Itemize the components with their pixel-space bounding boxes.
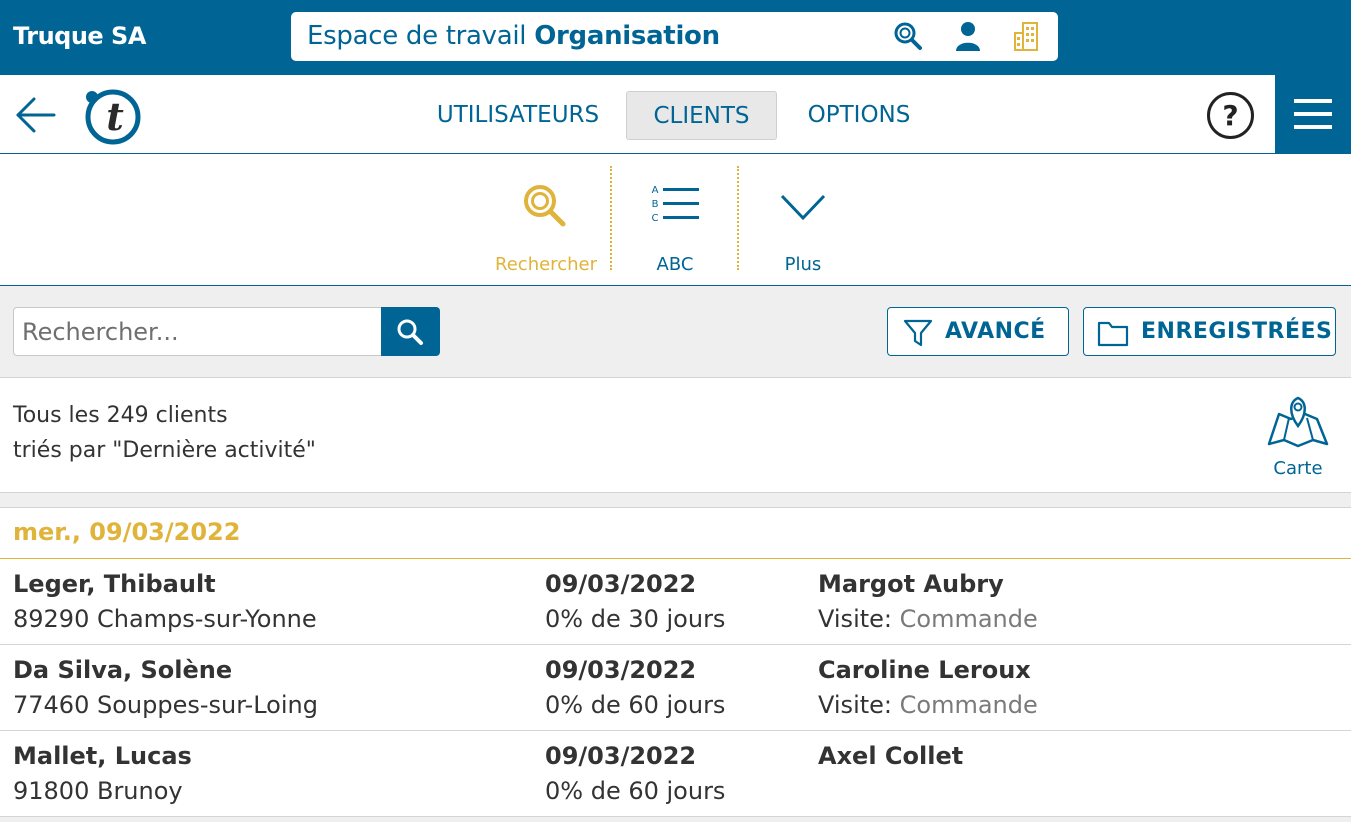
workspace-selector[interactable]: Espace de travail Organisation — [291, 12, 1058, 61]
building-icon[interactable] — [1012, 20, 1044, 52]
client-name: Mallet, Lucas — [13, 742, 192, 770]
tab-options[interactable]: OPTIONS — [792, 91, 926, 140]
activity-progress: 0% de 60 jours — [545, 691, 726, 719]
activity-progress: 0% de 60 jours — [545, 777, 726, 805]
tab-clients[interactable]: CLIENTS — [626, 91, 777, 140]
list-bottom-edge — [0, 817, 1351, 822]
visit-info: Visite: Commande — [818, 605, 1038, 633]
advanced-filter-button[interactable]: AVANCÉ — [887, 307, 1069, 356]
saved-searches-label: ENREGISTRÉES — [1141, 319, 1333, 344]
user-icon[interactable] — [952, 20, 984, 52]
nav-bar: t UTILISATEURS CLIENTS OPTIONS ? — [0, 75, 1351, 154]
tool-plus-label: Plus — [784, 254, 822, 275]
search-input[interactable] — [13, 307, 382, 356]
tool-rechercher-label: Rechercher — [495, 254, 597, 275]
map-label: Carte — [1273, 458, 1323, 479]
client-name: Da Silva, Solène — [13, 656, 233, 684]
abc-letters: A B C — [651, 185, 659, 224]
date-group-label: mer., 09/03/2022 — [13, 518, 241, 546]
activity-date: 09/03/2022 — [545, 570, 697, 598]
company-name[interactable]: Truque SA — [13, 22, 146, 50]
tool-abc-label: ABC — [656, 254, 694, 275]
results-count: Tous les 249 clients — [13, 403, 228, 428]
client-address: 89290 Champs-sur-Yonne — [13, 605, 317, 633]
workspace-title: Espace de travail Organisation — [307, 21, 720, 51]
back-arrow-icon[interactable] — [14, 95, 58, 135]
folder-icon — [1097, 321, 1129, 347]
results-sort: triés par "Dernière activité" — [13, 438, 316, 463]
assigned-user: Margot Aubry — [818, 570, 1004, 598]
search-icon — [397, 319, 423, 345]
visit-info: Visite: Commande — [818, 691, 1038, 719]
map-button[interactable]: Carte — [1262, 392, 1334, 482]
activity-date: 09/03/2022 — [545, 742, 697, 770]
client-name: Leger, Thibault — [13, 570, 216, 598]
hamburger-menu-button[interactable] — [1275, 75, 1351, 153]
search-button[interactable] — [381, 307, 440, 356]
toolbar-divider — [737, 166, 739, 270]
saved-searches-button[interactable]: ENREGISTRÉES — [1083, 307, 1336, 356]
date-group-header: mer., 09/03/2022 — [0, 508, 1351, 559]
hamburger-icon — [1294, 99, 1332, 129]
tool-rechercher[interactable]: Rechercher — [490, 166, 602, 275]
advanced-filter-label: AVANCÉ — [945, 319, 1046, 344]
toolbar-divider — [610, 166, 612, 270]
search-icon[interactable] — [892, 20, 924, 52]
top-bar: Truque SA Espace de travail Organisation — [0, 0, 1351, 75]
tool-plus[interactable]: Plus — [747, 166, 859, 275]
client-row[interactable]: Da Silva, Solène 77460 Souppes-sur-Loing… — [0, 645, 1351, 731]
client-row[interactable]: Leger, Thibault 89290 Champs-sur-Yonne 0… — [0, 559, 1351, 645]
assigned-user: Caroline Leroux — [818, 656, 1031, 684]
view-toolbar: Rechercher A B C ABC Plus — [0, 154, 1351, 286]
search-bar: AVANCÉ ENREGISTRÉES — [0, 286, 1351, 378]
results-summary: Tous les 249 clients triés par "Dernière… — [0, 378, 1351, 493]
filter-icon — [903, 319, 933, 347]
search-icon — [524, 185, 566, 227]
tool-abc[interactable]: A B C ABC — [619, 166, 731, 275]
client-row[interactable]: Mallet, Lucas 91800 Brunoy 09/03/2022 0%… — [0, 731, 1351, 817]
client-address: 77460 Souppes-sur-Loing — [13, 691, 318, 719]
section-spacer — [0, 493, 1351, 508]
client-address: 91800 Brunoy — [13, 777, 183, 805]
chevron-down-icon — [780, 194, 826, 221]
workspace-prefix: Espace de travail — [307, 21, 527, 51]
activity-progress: 0% de 30 jours — [545, 605, 726, 633]
svg-text:t: t — [106, 94, 124, 139]
tab-utilisateurs[interactable]: UTILISATEURS — [423, 91, 613, 140]
map-icon — [1267, 396, 1329, 448]
workspace-name: Organisation — [534, 21, 720, 51]
alphabetical-list-icon — [663, 188, 699, 219]
activity-date: 09/03/2022 — [545, 656, 697, 684]
app-logo-icon[interactable]: t — [82, 87, 142, 145]
help-glyph: ? — [1222, 99, 1239, 132]
assigned-user: Axel Collet — [818, 742, 964, 770]
